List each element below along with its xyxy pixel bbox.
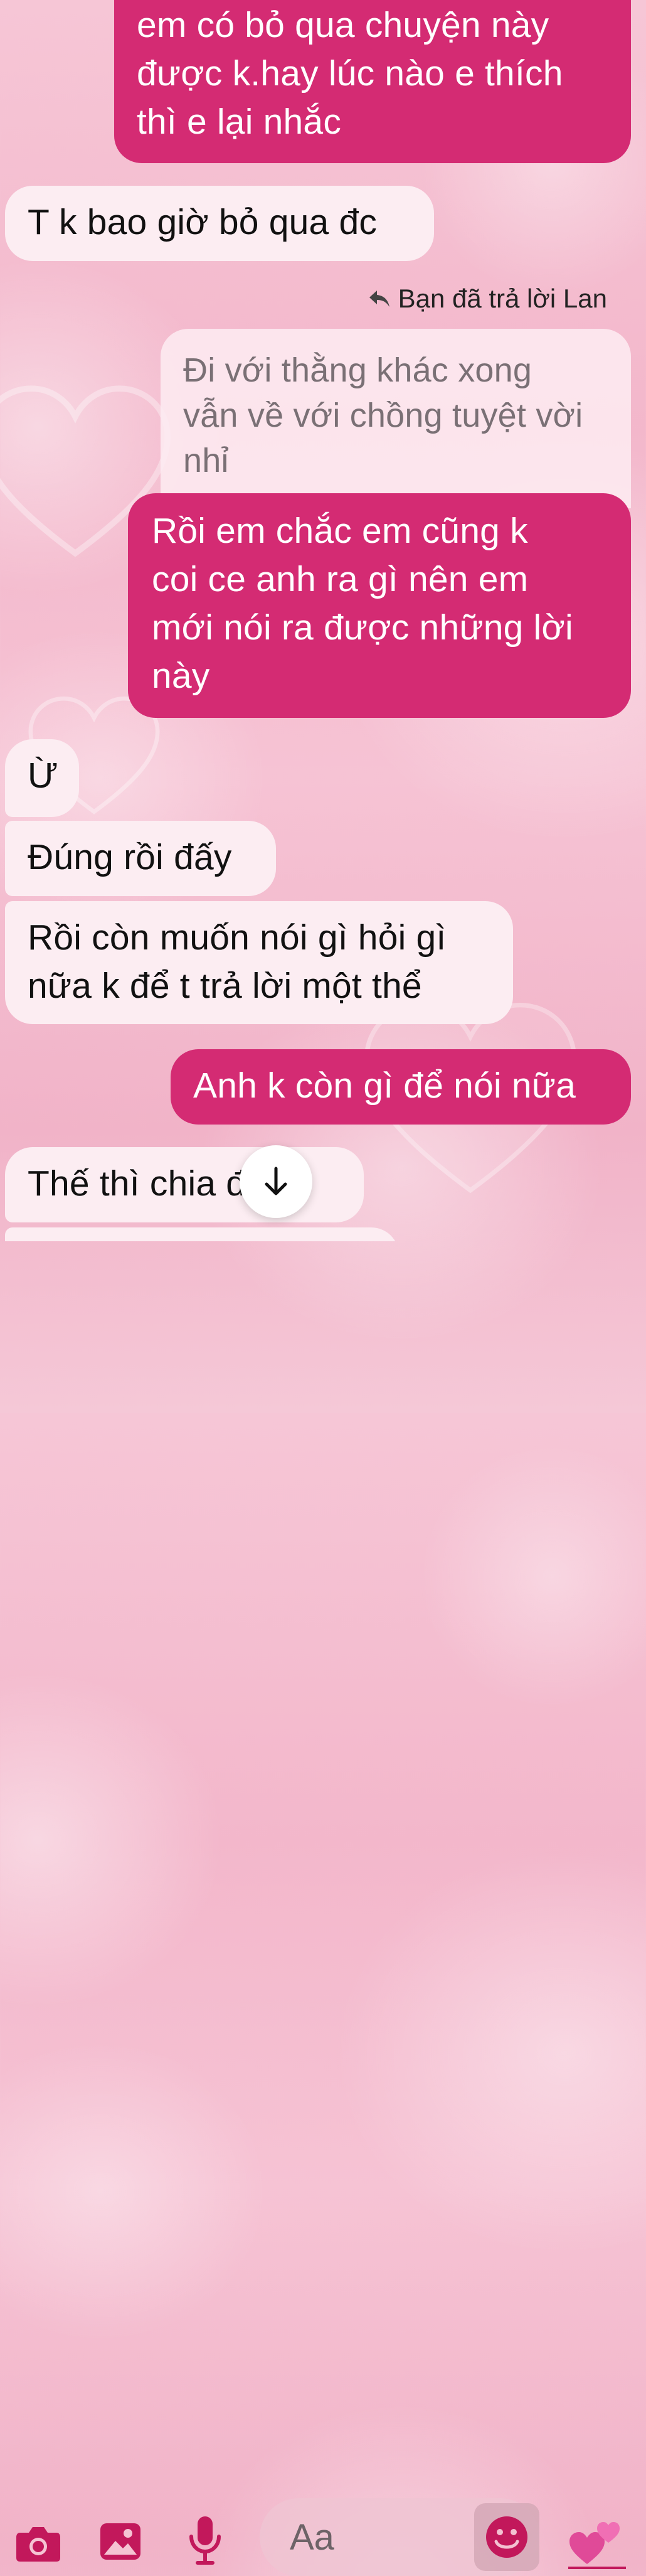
scroll-to-bottom-button[interactable] <box>240 1145 312 1218</box>
message-incoming-partial[interactable] <box>5 1227 399 1241</box>
message-incoming[interactable]: Ừ <box>5 739 79 817</box>
quoted-message-text: Đi với thằng khác xong vẫn về với chồng … <box>183 351 583 479</box>
message-text: Đúng rồi đấy <box>28 837 232 877</box>
hearts-icon <box>568 2522 626 2569</box>
message-outgoing[interactable]: Rồi em chắc em cũng k coi ce anh ra gì n… <box>128 493 631 718</box>
message-text: T k bao giờ bỏ qua đc <box>28 202 378 242</box>
message-outgoing[interactable]: em có bỏ qua chuyện này được k.hay lúc n… <box>114 0 631 163</box>
arrow-down-icon <box>265 1167 287 1195</box>
reply-arrow-icon <box>369 291 389 307</box>
message-incoming[interactable]: Đúng rồi đấy <box>5 821 276 896</box>
message-outgoing[interactable]: Anh k còn gì để nói nữa <box>171 1049 631 1125</box>
message-text: em có bỏ qua chuyện này được k.hay lúc n… <box>137 5 563 142</box>
camera-button[interactable] <box>14 2519 63 2568</box>
microphone-button[interactable] <box>183 2514 227 2569</box>
message-incoming[interactable]: Rồi còn muốn nói gì hỏi gì nữa k để t tr… <box>5 901 513 1024</box>
message-text: Rồi còn muốn nói gì hỏi gì nữa k để t tr… <box>28 917 447 1006</box>
message-input-placeholder: Aa <box>290 2517 334 2558</box>
quick-reaction-button[interactable] <box>568 2515 626 2573</box>
message-text: Rồi em chắc em cũng k coi ce anh ra gì n… <box>152 511 573 696</box>
microphone-icon <box>189 2516 221 2565</box>
message-text: Anh k còn gì để nói nữa <box>193 1066 576 1106</box>
message-text: Thế thì chia đi <box>28 1163 255 1204</box>
reply-indicator-text: Bạn đã trả lời Lan <box>398 284 607 313</box>
camera-icon <box>16 2527 60 2562</box>
quoted-message[interactable]: Đi với thằng khác xong vẫn về với chồng … <box>161 329 631 508</box>
message-incoming[interactable]: T k bao giờ bỏ qua đc <box>5 186 434 261</box>
photo-icon <box>100 2523 140 2560</box>
message-composer: Aa <box>0 1241 646 2576</box>
emoji-button[interactable] <box>474 2503 539 2571</box>
message-thread[interactable]: em có bỏ qua chuyện này được k.hay lúc n… <box>0 0 646 1241</box>
reply-indicator: Bạn đã trả lời Lan <box>368 284 607 314</box>
photo-button[interactable] <box>98 2519 143 2564</box>
emoji-icon <box>486 2516 527 2558</box>
message-text: Ừ <box>28 756 58 796</box>
